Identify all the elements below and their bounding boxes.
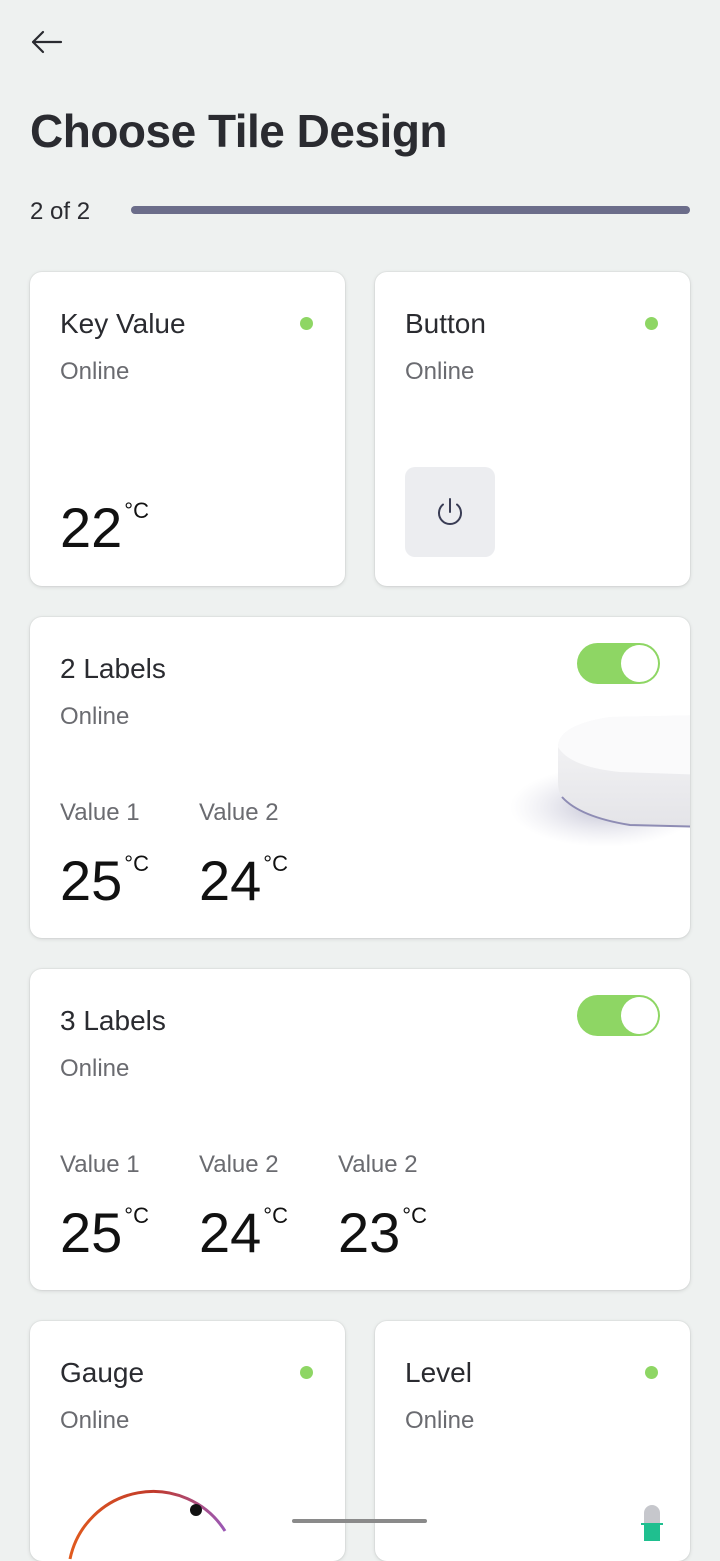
value-label: Value 2 (199, 799, 279, 826)
value-number: 24 (199, 849, 262, 912)
online-status-dot (300, 1366, 313, 1379)
tile-toggle[interactable] (577, 995, 660, 1036)
online-status-dot (300, 317, 313, 330)
online-status-dot (645, 317, 658, 330)
tile-title: Button (405, 308, 486, 339)
tile-button[interactable]: Button Online (375, 272, 690, 586)
toggle-knob (621, 997, 658, 1034)
tile-value: 25°C (60, 853, 149, 909)
tile-status: Online (60, 1407, 130, 1434)
home-indicator[interactable] (292, 1519, 427, 1523)
tile-2-labels[interactable]: 2 Labels Online Value 1 Value 2 25°C 24°… (30, 617, 690, 938)
tile-toggle[interactable] (577, 643, 660, 684)
value-unit: °C (124, 498, 149, 523)
value-label: Value 1 (60, 1151, 140, 1178)
tile-gauge[interactable]: Gauge Online (30, 1321, 345, 1561)
tile-title: 3 Labels (60, 1005, 166, 1036)
tile-value: 23°C (338, 1205, 427, 1261)
tile-title: Level (405, 1357, 472, 1388)
tile-title: 2 Labels (60, 653, 166, 684)
back-button[interactable] (28, 26, 68, 58)
value-unit: °C (124, 1203, 149, 1228)
value-number: 25 (60, 849, 123, 912)
value-unit: °C (263, 1203, 288, 1228)
gauge-indicator (190, 1504, 202, 1516)
tile-status: Online (60, 358, 130, 385)
progress-bar (131, 206, 690, 214)
power-icon (438, 498, 462, 525)
value-number: 22 (60, 496, 123, 559)
online-status-dot (645, 1366, 658, 1379)
tile-value: 25°C (60, 1205, 149, 1261)
power-button[interactable] (405, 467, 495, 557)
level-indicator (641, 1505, 663, 1541)
tile-status: Online (60, 703, 130, 730)
tile-status: Online (60, 1055, 130, 1082)
value-unit: °C (124, 851, 149, 876)
tile-3-labels[interactable]: 3 Labels Online Value 1 Value 2 Value 2 … (30, 969, 690, 1290)
value-unit: °C (402, 1203, 427, 1228)
value-number: 23 (338, 1201, 401, 1264)
value-number: 25 (60, 1201, 123, 1264)
device-image (510, 667, 690, 902)
value-label: Value 2 (338, 1151, 418, 1178)
toggle-knob (621, 645, 658, 682)
step-indicator: 2 of 2 (30, 198, 91, 225)
tile-level[interactable]: Level Online (375, 1321, 690, 1561)
progress-fill (131, 206, 690, 214)
value-label: Value 1 (60, 799, 140, 826)
gauge-arc (68, 1490, 227, 1560)
tile-title: Key Value (60, 308, 186, 339)
tile-title: Gauge (60, 1357, 145, 1388)
tile-status: Online (405, 1407, 475, 1434)
tile-key-value[interactable]: Key Value Online 22°C (30, 272, 345, 586)
tile-status: Online (405, 358, 475, 385)
arrow-left-icon (31, 30, 63, 54)
value-unit: °C (263, 851, 288, 876)
tile-value: 24°C (199, 853, 288, 909)
tile-value: 22°C (60, 500, 149, 556)
value-label: Value 2 (199, 1151, 279, 1178)
page-title: Choose Tile Design (30, 105, 448, 157)
tile-value: 24°C (199, 1205, 288, 1261)
value-number: 24 (199, 1201, 262, 1264)
